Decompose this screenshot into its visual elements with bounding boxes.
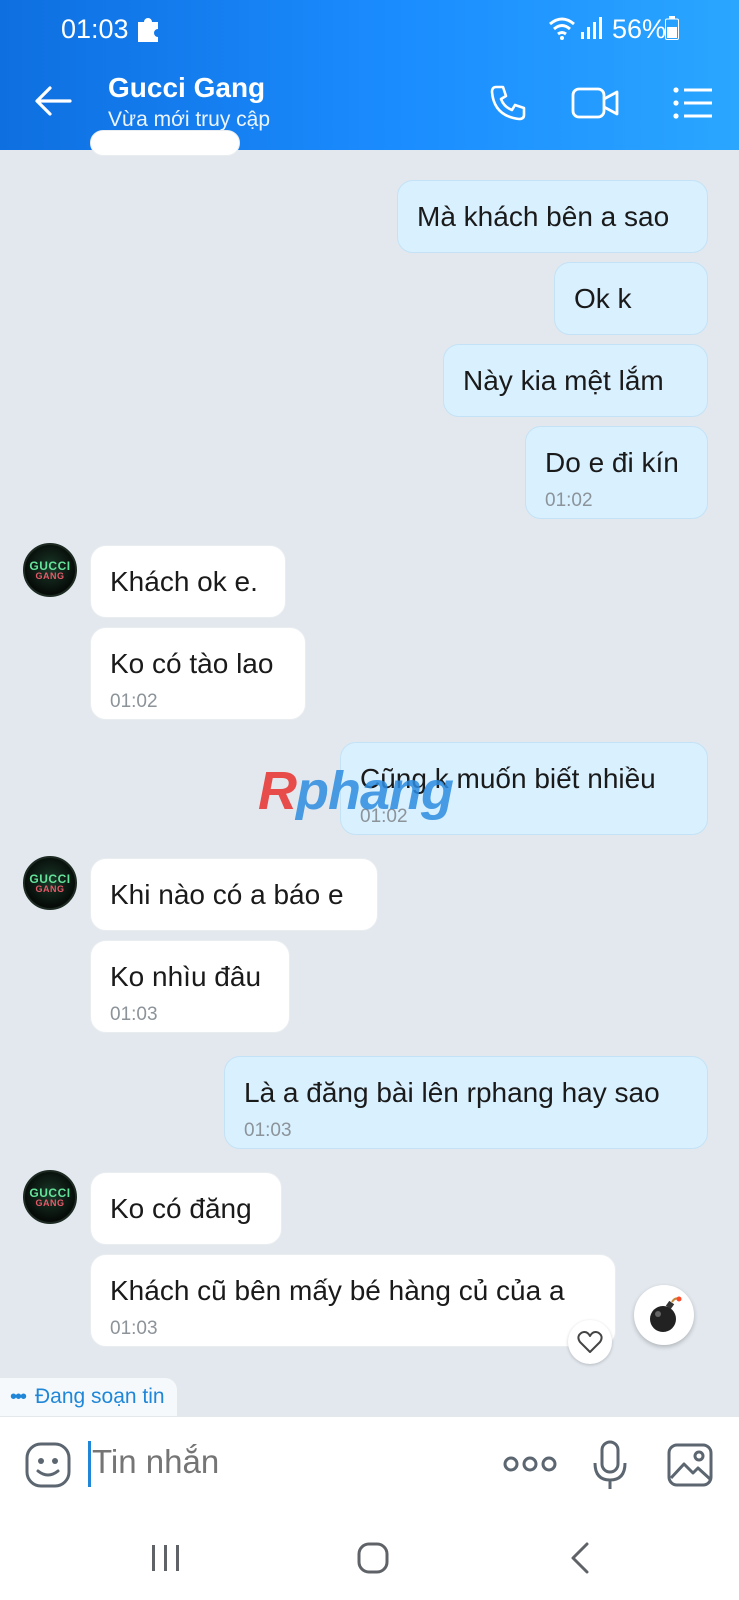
message-time: 01:03	[110, 1004, 158, 1025]
status-bar: 01:03 56%	[0, 0, 739, 58]
sticker-button[interactable]	[24, 1441, 72, 1489]
contact-avatar[interactable]: GUCCI GANG	[23, 543, 77, 597]
react-button[interactable]	[568, 1320, 612, 1364]
watermark-logo: Rphang	[258, 760, 454, 822]
wifi-icon	[549, 17, 575, 40]
puzzle-icon	[138, 18, 158, 42]
more-dots-icon	[503, 1456, 557, 1472]
status-time: 01:03	[61, 14, 129, 44]
battery-icon	[665, 16, 679, 40]
top-bar: 01:03 56% Gucci Gang Vừa mới truy cập	[0, 0, 739, 150]
voice-message-button[interactable]	[592, 1439, 628, 1491]
emoji-icon	[25, 1442, 71, 1488]
contact-avatar[interactable]: GUCCI GANG	[23, 1170, 77, 1224]
contact-name[interactable]: Gucci Gang	[108, 72, 265, 104]
heart-icon	[577, 1330, 603, 1353]
message-text: Mà khách bên a sao	[417, 201, 670, 232]
watermark-text: phang	[296, 761, 454, 821]
avatar-text: GANG	[35, 570, 65, 581]
text-cursor	[88, 1441, 91, 1487]
message-bubble-received[interactable]: Ko có tào lao 01:02	[90, 627, 306, 720]
signal-icon	[581, 17, 602, 39]
message-bubble-received[interactable]: Khách ok e.	[90, 545, 286, 618]
message-bubble-partial	[90, 130, 240, 156]
message-text: Ok k	[574, 283, 632, 314]
composer-bar	[0, 1416, 739, 1516]
message-bubble-received[interactable]: Ko có đăng	[90, 1172, 282, 1245]
gallery-button[interactable]	[666, 1442, 714, 1488]
message-time: 01:03	[110, 1318, 158, 1339]
message-time: 01:03	[244, 1120, 292, 1141]
video-camera-icon	[571, 87, 619, 119]
microphone-icon	[593, 1440, 627, 1489]
message-time: 01:02	[110, 691, 158, 712]
message-text: Ko có đăng	[110, 1193, 252, 1224]
message-bubble-sent[interactable]: Này kia mệt lắm	[443, 344, 708, 417]
contact-avatar[interactable]: GUCCI GANG	[23, 856, 77, 910]
battery-percent: 56%	[612, 14, 667, 44]
contact-status: Vừa mới truy cập	[108, 108, 271, 131]
message-bubble-received[interactable]: Ko nhìu đâu 01:03	[90, 940, 290, 1033]
message-text: Do e đi kín	[545, 447, 679, 478]
message-bubble-sent[interactable]: Do e đi kín 01:02	[525, 426, 708, 519]
recents-icon	[152, 1545, 179, 1571]
chat-options-button[interactable]	[668, 78, 718, 128]
nav-back-button[interactable]	[560, 1538, 600, 1578]
message-text: Ko có tào lao	[110, 648, 274, 679]
message-bubble-sent[interactable]: Là a đăng bài lên rphang hay sao 01:03	[224, 1056, 708, 1149]
message-text: Ko nhìu đâu	[110, 961, 262, 992]
home-button[interactable]	[353, 1538, 393, 1578]
bomb-icon	[650, 1296, 682, 1332]
recent-apps-button[interactable]	[146, 1538, 186, 1578]
typing-indicator: ••• Đang soạn tin	[0, 1378, 177, 1416]
voice-call-button[interactable]	[483, 78, 533, 128]
chevron-left-icon	[571, 1542, 589, 1574]
message-input[interactable]	[92, 1443, 472, 1481]
image-icon	[667, 1443, 713, 1487]
typing-text: Đang soạn tin	[35, 1385, 165, 1408]
avatar-text: GUCCI	[29, 871, 71, 886]
message-bubble-received[interactable]: Khách cũ bên mấy bé hàng củ của a 01:03	[90, 1254, 616, 1347]
typing-dots-icon: •••	[10, 1385, 27, 1408]
more-options-button[interactable]	[503, 1449, 557, 1479]
avatar-text: GANG	[35, 1197, 65, 1208]
system-nav-bar	[0, 1516, 739, 1600]
phone-icon	[490, 85, 526, 121]
message-text: Khi nào có a báo e	[110, 879, 344, 910]
arrow-left-icon	[35, 86, 72, 116]
back-button[interactable]	[30, 78, 76, 124]
avatar-text: GUCCI	[29, 1185, 71, 1200]
avatar-text: GUCCI	[29, 558, 71, 573]
self-destruct-button[interactable]	[634, 1285, 694, 1345]
watermark-text: R	[258, 761, 297, 821]
message-text: Khách ok e.	[110, 566, 258, 597]
home-icon	[357, 1542, 389, 1574]
message-text: Là a đăng bài lên rphang hay sao	[244, 1077, 660, 1108]
video-call-button[interactable]	[568, 78, 622, 128]
list-menu-icon	[673, 87, 712, 119]
avatar-text: GANG	[35, 883, 65, 894]
message-bubble-sent[interactable]: Mà khách bên a sao	[397, 180, 708, 253]
message-bubble-received[interactable]: Khi nào có a báo e	[90, 858, 378, 931]
message-text: Khách cũ bên mấy bé hàng củ của a	[110, 1275, 565, 1306]
message-time: 01:02	[545, 490, 593, 511]
message-list[interactable]: Mà khách bên a sao Ok k Này kia mệt lắm …	[0, 130, 739, 1420]
message-text: Này kia mệt lắm	[463, 365, 664, 396]
message-bubble-sent[interactable]: Ok k	[554, 262, 708, 335]
